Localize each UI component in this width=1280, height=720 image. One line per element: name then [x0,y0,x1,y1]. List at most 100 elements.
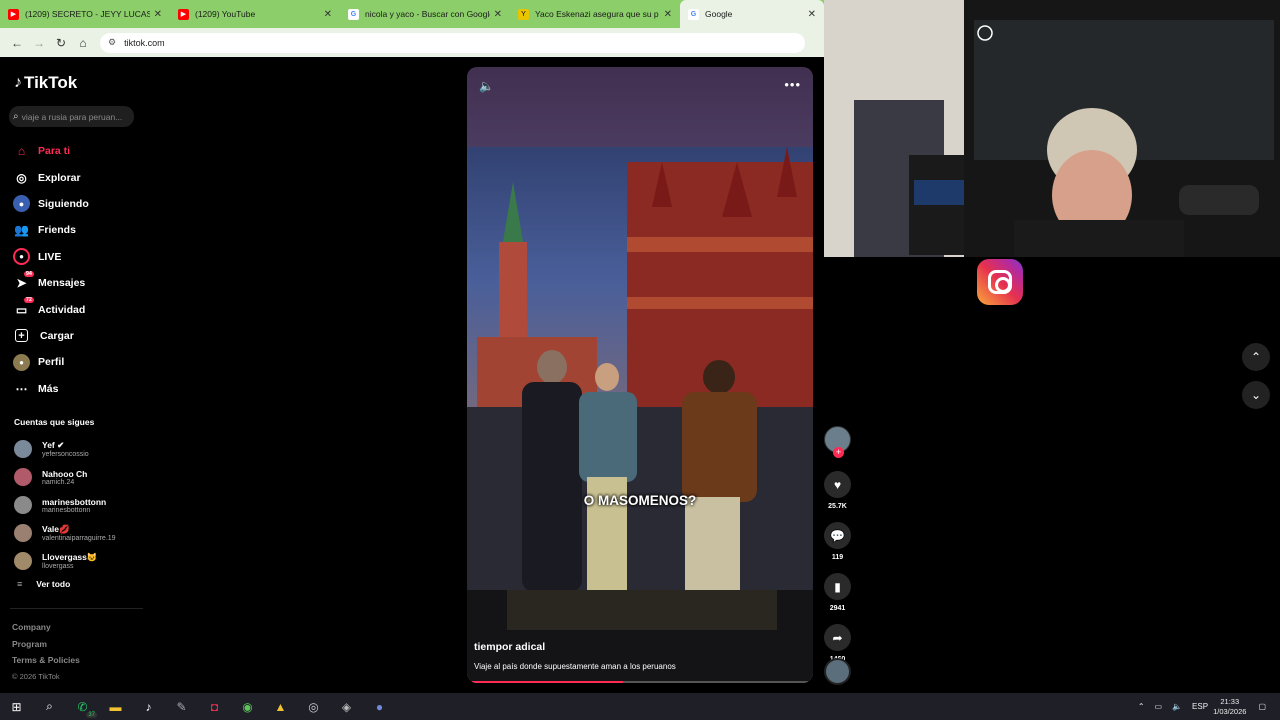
account-name: Vale💋 [42,524,70,534]
compass-icon: ◎ [16,170,27,185]
tiktok-sidebar: ♪ TikTok ⌕ viaje a rusia para peruan... … [0,57,150,693]
footer-terms[interactable]: Terms & Policies [12,652,80,669]
whatsapp-icon[interactable]: ✆ 37 [66,693,99,720]
nav-item-perfil[interactable]: ● Perfil [13,349,89,375]
close-icon[interactable]: ✕ [664,9,672,20]
nav-item-siguiendo[interactable]: ● Siguiendo [13,191,89,217]
nav-label: Friends [38,224,76,237]
whatsapp-badge: 37 [86,712,97,718]
like-action[interactable]: ♥ 25.7K [824,471,851,510]
volume-icon[interactable]: 🔈 [1172,702,1182,711]
comment-icon[interactable]: 💬 [824,522,851,549]
youtube-icon: ▶ [178,8,189,20]
footer-program[interactable]: Program [12,636,80,653]
friends-icon: 👥 [14,223,29,238]
see-all-button[interactable]: ≡ Ver todo [17,579,70,589]
comment-action[interactable]: 💬 119 [824,522,851,561]
avatar [14,524,32,542]
music-disc[interactable] [824,658,851,685]
file-explorer-icon[interactable]: ▬ [99,693,132,720]
windows-start-icon[interactable]: ⊞ [0,693,33,720]
network-icon[interactable]: ▭ [1155,702,1163,711]
browser-tab[interactable]: ▶ (1209) YouTube ✕ [170,0,340,28]
nav-item-cargar[interactable]: + Cargar [13,323,89,349]
address-bar[interactable]: ⚙ tiktok.com [100,32,805,53]
back-icon[interactable]: ← [6,36,28,50]
avatar [14,468,32,486]
messages-badge: 94 [23,270,34,277]
nav-item-para-ti[interactable]: ⌂ Para ti [13,138,89,164]
browser-tab-strip: ▶ (1209) SECRETO - JEYY LUCAS 🎙 ✕ ▶ (120… [0,0,824,28]
chrome-icon[interactable]: ◉ [231,693,264,720]
avatar [14,496,32,514]
footer-company[interactable]: Company [12,619,80,636]
live-icon: ● [13,248,30,266]
account-name: marinesbottonn [42,496,107,507]
app-icon[interactable]: ◈ [330,693,363,720]
account-user: yefersoncossio [42,451,89,458]
follow-plus-icon[interactable]: + [833,447,844,458]
search-placeholder: viaje a rusia para peruan... [21,111,123,122]
instagram-icon[interactable]: ◘ [198,693,231,720]
forward-icon[interactable]: → [28,36,50,50]
tiktok-icon[interactable]: ♪ [132,693,165,720]
comment-count: 119 [831,554,844,561]
following-account[interactable]: Nahooo Ch namich.24 [14,463,116,491]
video-progress-bar[interactable] [472,681,808,683]
close-icon[interactable]: ✕ [154,9,162,20]
video-author[interactable]: tiempor adical [474,641,545,653]
close-icon[interactable]: ✕ [324,9,332,20]
url-text: tiktok.com [124,37,165,48]
main-nav: ⌂ Para ti ◎ Explorar ● Siguiendo 👥 Frien… [13,138,89,402]
article-icon: Y [518,8,529,20]
following-icon: ● [13,195,30,213]
nav-item-explorar[interactable]: ◎ Explorar [13,164,89,190]
following-account[interactable]: Yef ✔ yefersoncossio [14,435,116,463]
video-player[interactable]: 🔈 ••• O MASOMENOS? tiempor adical Viaje … [467,67,813,683]
save-action[interactable]: ▮ 2941 [824,573,851,612]
close-icon[interactable]: ✕ [494,9,502,20]
reload-icon[interactable]: ↻ [50,36,72,50]
browser-tab[interactable]: G nicola y yaco - Buscar con Google ✕ [340,0,510,28]
nav-item-live[interactable]: ● LIVE [13,244,89,270]
creator-avatar[interactable]: + [824,426,851,458]
app-icon[interactable]: ✎ [165,693,198,720]
following-account[interactable]: Llovergass😺 llovergass [14,547,116,575]
nav-item-mas[interactable]: ⋯ Más [13,376,89,402]
browser-tab-active[interactable]: G Google ✕ [680,0,824,28]
app-icon[interactable]: ▲ [264,693,297,720]
heart-icon[interactable]: ♥ [824,471,851,498]
search-input[interactable]: ⌕ viaje a rusia para peruan... [9,106,134,127]
avatar [14,440,32,458]
bookmark-icon[interactable]: ▮ [824,573,851,600]
more-options-icon[interactable]: ••• [784,77,801,92]
volume-icon[interactable]: 🔈 [479,79,494,93]
home-icon[interactable]: ⌂ [72,36,94,50]
clock[interactable]: 21:33 1/03/2026 [1213,697,1246,717]
search-icon[interactable]: ⌕ [33,693,66,720]
next-video-button[interactable]: ⌄ [1242,381,1270,409]
nav-item-actividad[interactable]: ▭ 72 Actividad [13,296,89,322]
tiktok-logo[interactable]: ♪ TikTok [14,73,77,93]
nav-item-friends[interactable]: 👥 Friends [13,217,89,243]
following-section-title: Cuentas que sigues [14,417,95,427]
screen: ▶ (1209) SECRETO - JEYY LUCAS 🎙 ✕ ▶ (120… [0,0,1280,720]
account-user: llovergass [42,563,74,570]
language-indicator[interactable]: ESP [1192,702,1208,711]
account-name: Llovergass😺 [42,552,98,562]
close-icon[interactable]: ✕ [808,9,816,20]
following-account[interactable]: Vale💋 valentinaiparraguirre.19 [14,519,116,547]
share-icon[interactable]: ➦ [824,624,851,651]
discord-icon[interactable]: ● [363,693,396,720]
nav-item-mensajes[interactable]: ➤ 94 Mensajes [13,270,89,296]
previous-video-button[interactable]: ⌃ [1242,343,1270,371]
webcam-frame [824,0,1280,257]
browser-tab[interactable]: Y Yaco Eskenazi asegura que su p ✕ [510,0,680,28]
browser-tab[interactable]: ▶ (1209) SECRETO - JEYY LUCAS 🎙 ✕ [0,0,170,28]
obs-icon[interactable]: ◎ [297,693,330,720]
more-icon: ⋯ [15,381,28,396]
chevron-up-icon[interactable]: ⌃ [1138,702,1145,711]
site-info-icon[interactable]: ⚙ [108,37,116,48]
following-account[interactable]: marinesbottonn marinesbottonn [14,491,116,519]
notifications-icon[interactable]: ▢ [1258,702,1266,711]
